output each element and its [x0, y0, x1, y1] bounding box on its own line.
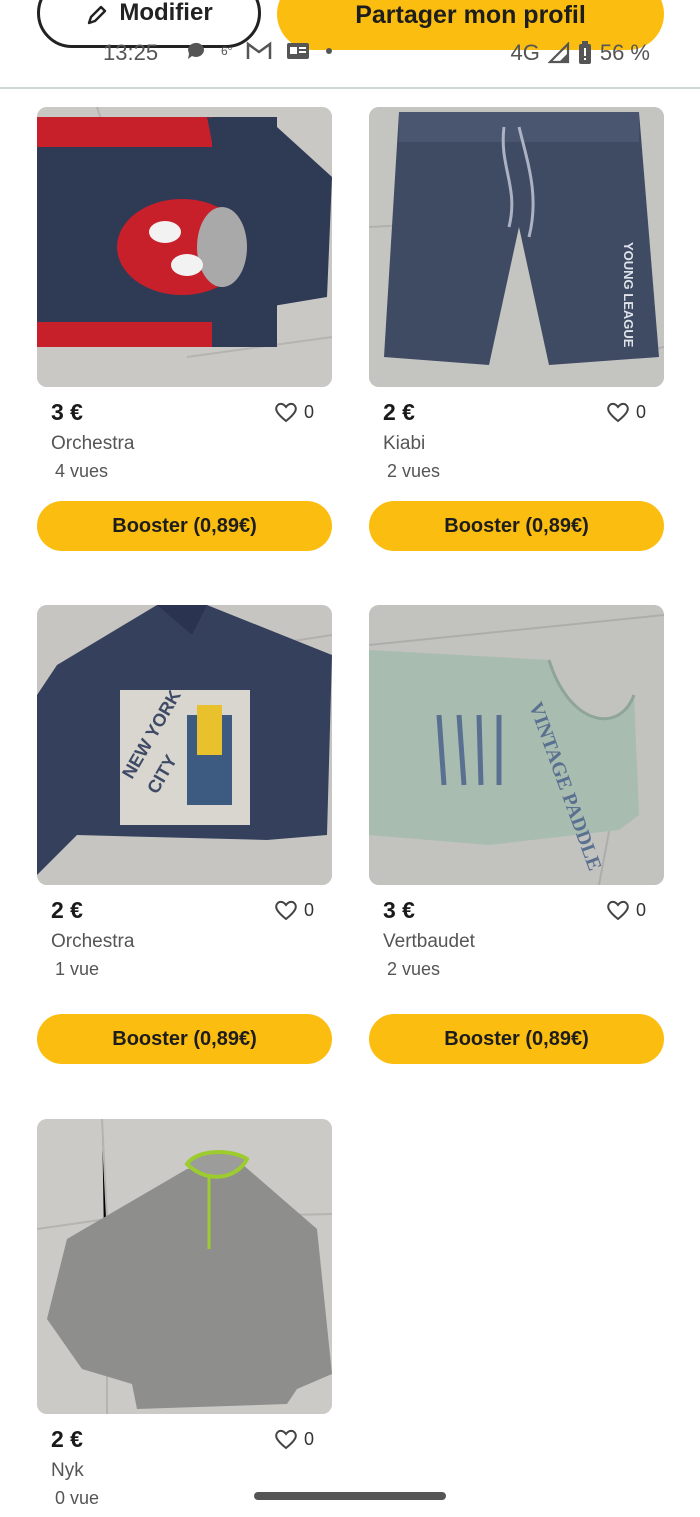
listing-info: 2 € 0 Nyk 0 vue: [37, 1414, 332, 1517]
listing-info: 2 € 0 Kiabi 2 vues: [369, 387, 664, 491]
listing-info: 3 € 0 Orchestra 4 vues: [37, 387, 332, 491]
listing-card[interactable]: NEW YORK CITY 2 € 0 Orchestra 1 vue Boos…: [37, 605, 332, 1064]
favorite-count: 0: [303, 899, 314, 920]
favorite-count: 0: [303, 1428, 314, 1449]
boost-button[interactable]: Booster (0,89€): [37, 1014, 332, 1064]
favorite-count: 0: [303, 401, 314, 422]
favorite-button[interactable]: 0: [606, 401, 646, 423]
item-photo[interactable]: YOUNG LEAGUE: [369, 107, 664, 387]
notification-icons: 6°: [185, 40, 334, 62]
spiderman-shirt-illustration: [37, 107, 332, 387]
item-photo[interactable]: [37, 1119, 332, 1414]
heart-icon: [607, 900, 629, 921]
new-york-shirt-illustration: NEW YORK CITY: [37, 605, 332, 885]
item-price: 3 €: [51, 399, 83, 425]
favorite-button[interactable]: 0: [274, 401, 314, 423]
item-brand: Orchestra: [51, 931, 135, 952]
item-brand: Nyk: [51, 1460, 84, 1481]
status-time: 13:25: [103, 40, 159, 65]
listing-card[interactable]: YOUNG LEAGUE 2 € 0 Kiabi 2 vues Booster …: [369, 107, 664, 551]
boost-button[interactable]: Booster (0,89€): [37, 501, 332, 551]
favorite-count: 0: [635, 899, 646, 920]
heart-icon: [607, 402, 629, 423]
battery-percent: 56 %: [599, 40, 650, 65]
battery-icon: [578, 41, 591, 64]
dot-icon: [326, 48, 333, 54]
listing-card[interactable]: 2 € 0 Nyk 0 vue: [37, 1119, 332, 1517]
favorite-button[interactable]: 0: [274, 1428, 314, 1450]
fleece-illustration: [37, 1119, 332, 1414]
listing-info: 2 € 0 Orchestra 1 vue: [37, 885, 332, 989]
signal-icon: [547, 42, 569, 64]
item-brand: Orchestra: [51, 433, 135, 454]
heart-icon: [275, 1429, 297, 1450]
tank-top-illustration: VINTAGE PADDLE: [369, 605, 664, 885]
network-type: 4G: [510, 40, 540, 65]
home-indicator[interactable]: [254, 1492, 446, 1500]
item-price: 3 €: [383, 897, 415, 923]
item-price: 2 €: [383, 399, 415, 425]
favorite-count: 0: [635, 401, 646, 422]
listing-card[interactable]: 3 € 0 Orchestra 4 vues Booster (0,89€): [37, 107, 332, 551]
item-views: 4 vues: [55, 461, 109, 481]
share-label: Partager mon profil: [355, 1, 586, 29]
item-photo[interactable]: NEW YORK CITY: [37, 605, 332, 885]
favorite-button[interactable]: 0: [606, 899, 646, 921]
item-brand: Kiabi: [383, 433, 426, 454]
shorts-print-text: YOUNG LEAGUE: [621, 242, 636, 348]
heart-icon: [275, 402, 297, 423]
system-icons: 4G 56 %: [510, 40, 650, 66]
temperature-text: 6°: [221, 44, 233, 58]
item-photo[interactable]: VINTAGE PADDLE: [369, 605, 664, 885]
pencil-icon: [88, 5, 107, 25]
gmail-icon: [247, 41, 272, 59]
boost-button[interactable]: Booster (0,89€): [369, 1014, 664, 1064]
chat-bubble-icon: [187, 42, 204, 59]
boost-button[interactable]: Booster (0,89€): [369, 501, 664, 551]
favorite-button[interactable]: 0: [274, 899, 314, 921]
modify-label: Modifier: [119, 0, 213, 26]
news-icon: [287, 43, 310, 59]
listing-info: 3 € 0 Vertbaudet 2 vues: [369, 885, 664, 989]
item-views: 1 vue: [55, 959, 100, 979]
listing-card[interactable]: VINTAGE PADDLE 3 € 0 Vertbaudet 2 vues B…: [369, 605, 664, 1064]
item-price: 2 €: [51, 897, 83, 923]
item-views: 0 vue: [55, 1488, 100, 1508]
status-bar: 13:25 6° 4G 56 %: [0, 36, 700, 72]
item-views: 2 vues: [387, 959, 441, 979]
header-divider: [0, 87, 700, 89]
item-views: 2 vues: [387, 461, 441, 481]
item-price: 2 €: [51, 1426, 83, 1452]
heart-icon: [275, 900, 297, 921]
item-brand: Vertbaudet: [383, 931, 475, 952]
shorts-illustration: YOUNG LEAGUE: [369, 107, 664, 387]
item-photo[interactable]: [37, 107, 332, 387]
